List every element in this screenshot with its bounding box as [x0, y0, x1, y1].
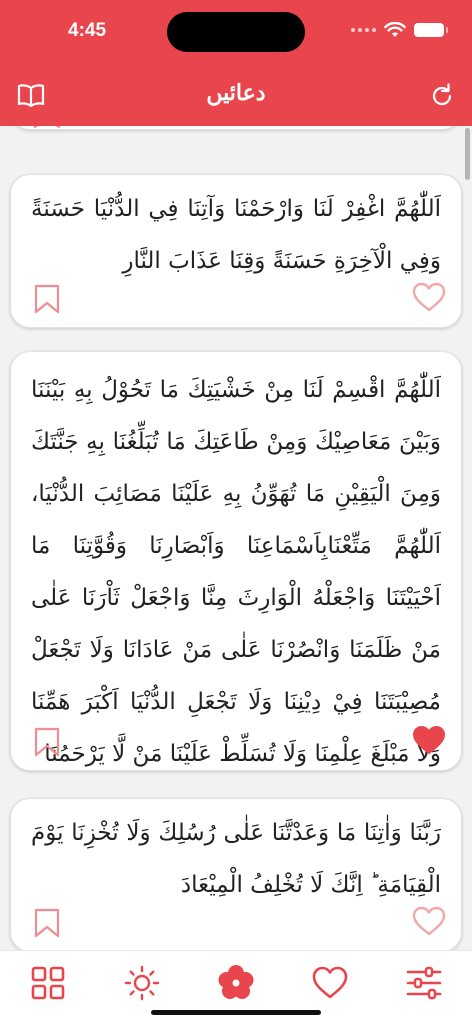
dua-card: اَللّٰهُمَّ اقْسِمْ لَنَا مِنْ خَشْيَتِك…	[10, 351, 462, 771]
dynamic-island	[167, 12, 305, 52]
bookmark-icon[interactable]	[33, 126, 61, 129]
dua-card-partial	[10, 126, 462, 130]
app-header: 4:45 دعائیں	[0, 0, 472, 126]
status-icons	[351, 22, 448, 38]
scrollbar[interactable]	[465, 128, 470, 180]
dua-text: رَبَّنَا وَاٰتِنَا مَا وَعَدْتَّنَا عَلٰ…	[31, 820, 441, 898]
dua-list[interactable]: اَللّٰهُمَّ اغْفِرْ لَنَا وَارْحَمْنَا و…	[0, 126, 472, 950]
home-indicator	[151, 1010, 321, 1015]
dua-card: رَبَّنَا وَاٰتِنَا مَا وَعَدْتَّنَا عَلٰ…	[10, 798, 462, 950]
bookmark-icon[interactable]	[33, 907, 61, 939]
heart-outline-icon[interactable]	[411, 281, 447, 313]
grid-icon[interactable]	[28, 963, 68, 1003]
dua-text: اَللّٰهُمَّ اغْفِرْ لَنَا وَارْحَمْنَا و…	[31, 196, 441, 274]
battery-icon	[414, 23, 448, 37]
sliders-icon[interactable]	[404, 963, 444, 1003]
bookmark-icon[interactable]	[33, 726, 61, 758]
status-time: 4:45	[68, 20, 107, 41]
heart-filled-icon[interactable]	[411, 724, 447, 756]
flower-icon[interactable]	[216, 963, 256, 1003]
dua-card: اَللّٰهُمَّ اغْفِرْ لَنَا وَارْحَمْنَا و…	[10, 174, 462, 328]
bookmark-icon[interactable]	[33, 283, 61, 315]
page-title: دعائیں	[206, 80, 266, 106]
cellular-icon	[351, 28, 376, 32]
dua-text: اَللّٰهُمَّ اقْسِمْ لَنَا مِنْ خَشْيَتِك…	[31, 377, 441, 767]
refresh-icon[interactable]	[428, 82, 456, 110]
heart-icon[interactable]	[310, 963, 350, 1003]
heart-outline-icon[interactable]	[411, 905, 447, 937]
sun-icon[interactable]	[122, 963, 162, 1003]
wifi-icon	[384, 22, 406, 37]
